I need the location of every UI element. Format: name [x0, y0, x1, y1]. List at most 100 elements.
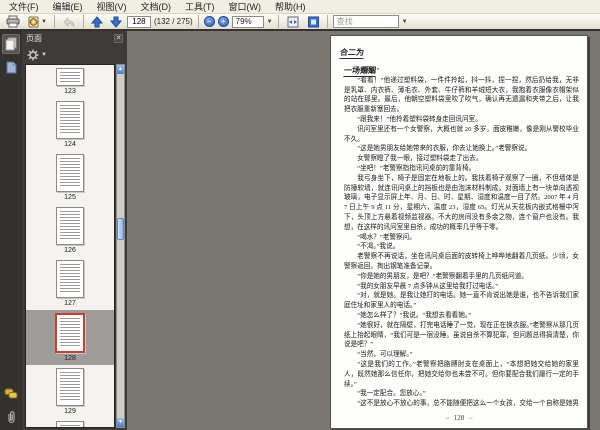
pages-panel-button[interactable]: [2, 34, 20, 54]
thumbnail-image[interactable]: [56, 154, 84, 192]
paragraph: “你是她的男朋友，是吧？”老警察翻着手里的几页纸问道。: [357, 272, 528, 280]
comments-icon: [4, 388, 18, 400]
options-dropdown-caret[interactable]: ▼: [41, 52, 47, 58]
paragraph: “她怎么样了？”我说。“我想去看看她。”: [357, 311, 472, 319]
previous-page-button[interactable]: [89, 14, 105, 29]
menu-item[interactable]: 窗口(W): [222, 0, 269, 14]
paragraph: “不渴。”我说。: [357, 243, 400, 251]
panel-close-button[interactable]: ✕: [114, 34, 123, 43]
menu-item[interactable]: 文档(D): [134, 0, 179, 14]
paragraph: “我的女朋友早晨 7 点多钟从这里给我打过电话。”: [357, 282, 499, 290]
toolbar-separator: [53, 15, 55, 28]
thumbnail-page-number: 129: [64, 408, 76, 415]
comments-panel-button[interactable]: [2, 384, 20, 404]
toolbar: ▼ (132 / 275) − + 79% ▼: [0, 14, 600, 31]
pages-panel: 页面 ✕ ▼ 123 124 125 126 127 128 129 ▲ ▼: [22, 31, 127, 430]
previous-view-button[interactable]: [60, 14, 78, 29]
pages-panel-header: 页面 ✕: [22, 31, 127, 46]
menu-item[interactable]: 帮助(H): [268, 0, 313, 14]
paragraph: “看看！”他递过塑料袋，一件件拎起，抖一抖，捏一捏，然后扔给我，无非是乳罩、内衣…: [344, 76, 579, 114]
thumbnail-list: 123 124 125 126 127 128 129: [25, 64, 115, 428]
document-viewport[interactable]: 合二为 一场婚姻 “衣服。” “看看！”他递过塑料袋，一件件拎起，抖一抖，捏一捏…: [127, 31, 600, 430]
menu-item[interactable]: 工具(T): [178, 0, 222, 14]
next-page-button[interactable]: [108, 14, 124, 29]
zoom-in-button[interactable]: +: [217, 16, 229, 27]
page-thumbnail[interactable]: 124: [26, 98, 114, 151]
paperclip-icon: [6, 410, 17, 424]
save-dropdown-caret[interactable]: ▼: [41, 19, 47, 25]
paragraph: “这不是放心不放心的事，总不能随便把这么一个女孩，交给一个自称是她男朋友的人吧？…: [357, 400, 579, 406]
up-arrow-icon: [90, 15, 103, 28]
scroll-up-button[interactable]: ▲: [117, 65, 124, 74]
page-thumbnail[interactable]: 125: [26, 151, 114, 204]
page-thumbnail[interactable]: 127: [26, 257, 114, 310]
printer-icon: [6, 15, 20, 28]
thumbnail-image[interactable]: [56, 421, 84, 427]
thumbnail-scrollbar[interactable]: ▲ ▼: [116, 64, 125, 428]
menu-item[interactable]: 编辑(E): [46, 0, 90, 14]
menu-item[interactable]: 文件(F): [2, 0, 46, 14]
menu-item[interactable]: 视图(V): [90, 0, 134, 14]
paragraph: “对，就是她。是我让她打的电话。她一直不肯说出她是谁，也不告诉我们家庭住址和家里…: [344, 292, 579, 310]
bookmarks-panel-button[interactable]: [2, 57, 20, 77]
pages-panel-options: ▼: [22, 46, 127, 64]
page-thumbnail[interactable]: 130: [26, 418, 114, 427]
thumbnail-page-number: 124: [64, 141, 76, 148]
find-input[interactable]: [332, 15, 399, 28]
footer-flourish: ∽: [444, 416, 450, 422]
page-thumbnail[interactable]: 123: [26, 65, 114, 98]
paragraph: “当然，可以理解。”: [357, 351, 413, 359]
find-dropdown-caret[interactable]: ▼: [402, 19, 408, 25]
thumbnail-page-number: 123: [64, 88, 76, 95]
paragraph: 讯问室里还有一个女警察，大概也就 20 多岁，面皮稚嫩，像是刚从警校毕业不久。: [344, 125, 579, 143]
fit-width-icon: [286, 16, 300, 28]
pdf-reader-window: 文件(F) 编辑(E) 视图(V) 文档(D) 工具(T) 窗口(W) 帮助(H…: [0, 0, 600, 430]
toolbar-separator: [197, 15, 199, 28]
footer-flourish: ∽: [468, 416, 474, 422]
fit-page-icon: [307, 16, 320, 28]
print-button[interactable]: [4, 14, 22, 29]
back-arrow-icon: [62, 16, 76, 28]
footer-page-number: 128: [453, 414, 465, 422]
paragraph: 我弓身坐下，椅子是固定在地板上的。我扶着椅子观察了一圈，不但墙体是防撞软墙，就连…: [344, 174, 579, 231]
page-thumbnail[interactable]: 128: [26, 310, 114, 365]
paragraph: “喝水？”老警察问。: [357, 233, 416, 241]
thumbnail-image[interactable]: [55, 313, 85, 353]
down-arrow-icon: [109, 16, 122, 28]
save-a-copy-button[interactable]: ▼: [25, 14, 49, 29]
menubar: 文件(F) 编辑(E) 视图(V) 文档(D) 工具(T) 窗口(W) 帮助(H…: [0, 0, 600, 14]
scroll-thumb[interactable]: [117, 218, 124, 241]
thumbnail-page-number: 127: [64, 300, 76, 307]
pages-panel-title: 页面: [26, 34, 42, 43]
page-body-text: “衣服。” “看看！”他递过塑料袋，一件件拎起，抖一抖，捏一捏，然后扔给我，无非…: [344, 66, 579, 406]
page-number-input[interactable]: [126, 15, 151, 28]
thumbnail-image[interactable]: [56, 207, 84, 245]
fit-width-button[interactable]: [284, 14, 302, 29]
page-thumbnail[interactable]: 126: [26, 204, 114, 257]
scroll-track[interactable]: [117, 74, 124, 418]
fit-page-button[interactable]: [305, 14, 322, 29]
paragraph: 老警察不再说话，坐在讯问桌后面的皮转椅上哗哗地翻着几页纸。少顷，女警察返回，掏出…: [344, 253, 579, 270]
thumbnail-image[interactable]: [56, 260, 84, 298]
book-title-line1: 合二为: [339, 47, 365, 59]
paragraph: “她很好，就在隔壁，打完电话睡了一觉，现在正在换衣服。”老警察从那几页纸上抬起眼…: [344, 321, 579, 349]
scroll-down-button[interactable]: ▼: [117, 418, 124, 427]
thumbnail-image[interactable]: [56, 101, 84, 139]
page-count-label: (132 / 275): [153, 17, 193, 26]
thumbnail-page-number: 125: [64, 194, 76, 201]
zoom-out-button[interactable]: −: [203, 16, 215, 27]
attachments-panel-button[interactable]: [2, 407, 20, 427]
content-area: 页面 ✕ ▼ 123 124 125 126 127 128 129 ▲ ▼ 合…: [0, 31, 600, 430]
bookmark-page-icon: [6, 61, 17, 74]
document-page: 合二为 一场婚姻 “衣服。” “看看！”他递过塑料袋，一件件拎起，抖一抖，捏一捏…: [330, 35, 588, 429]
zoom-level-value[interactable]: 79%: [231, 15, 264, 28]
paragraph: “这是她男朋友给她带来的衣服，你去让她换上。”老警察说。: [357, 145, 532, 153]
paragraph: “这是我们的工作。”老警察把胳膊肘支在桌面上，“本想把她交给她的家里人，既然她那…: [344, 360, 579, 388]
thumbnail-image[interactable]: [56, 68, 84, 86]
thumbnail-image[interactable]: [56, 368, 84, 406]
options-gear-icon[interactable]: [27, 49, 39, 61]
paragraph: “跟我来！”他拎着塑料袋转身走回讯问室。: [357, 115, 482, 123]
page-footer: ∽ 128 ∽: [331, 414, 587, 422]
zoom-dropdown-caret[interactable]: ▼: [267, 19, 273, 25]
page-thumbnail[interactable]: 129: [26, 365, 114, 418]
